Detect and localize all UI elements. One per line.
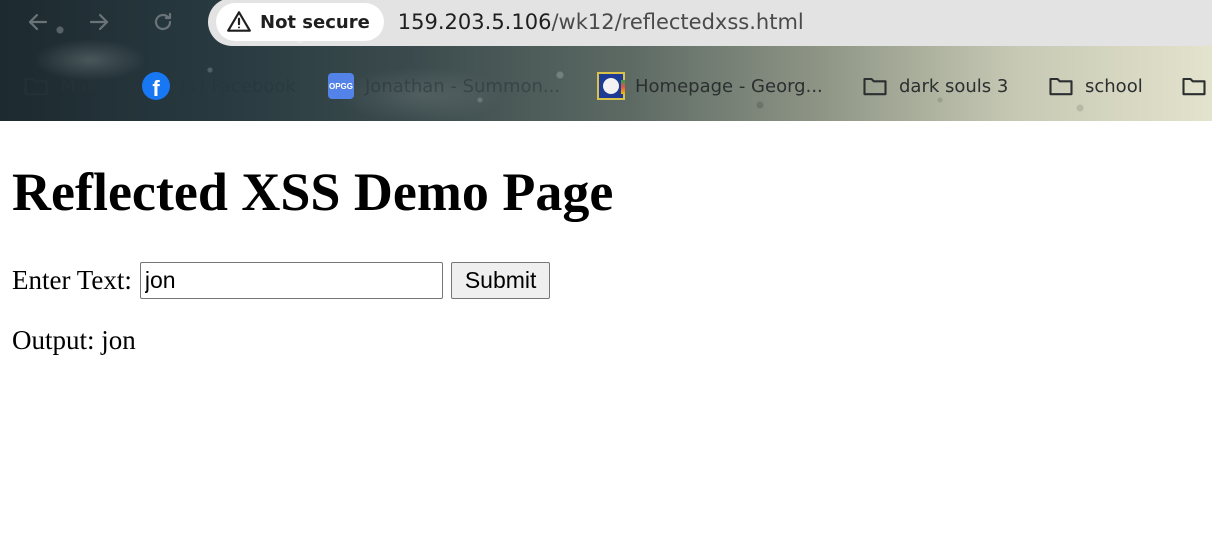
output-label: Output: (12, 325, 95, 355)
bookmark-dark-souls-3[interactable]: dark souls 3 (861, 64, 1008, 108)
text-form: Enter Text: Submit (12, 261, 551, 299)
back-arrow-icon (28, 13, 48, 31)
warning-triangle-icon (227, 11, 251, 32)
bookmark-label: Jonathan - Summon... (365, 75, 561, 97)
bookmark-label: Homepage - Georg... (635, 75, 823, 97)
forward-arrow-icon (89, 13, 109, 31)
url-host: 159.203.5.106 (397, 10, 552, 34)
bookmark-mails[interactable]: Mails (22, 64, 106, 108)
back-button[interactable] (20, 4, 56, 40)
address-bar[interactable]: Not secure 159.203.5.106/wk12/reflectedx… (208, 0, 1212, 46)
bookmark-label: Mails (60, 75, 106, 97)
bookmark-george-brown[interactable]: Homepage - Georg... (597, 64, 823, 108)
folder-icon (22, 72, 50, 100)
security-label: Not secure (260, 11, 370, 33)
folder-icon (1047, 72, 1075, 100)
bookmark-facebook[interactable]: f (1) Facebook (142, 64, 296, 108)
folder-icon (861, 72, 889, 100)
text-input[interactable] (139, 261, 443, 299)
forward-button[interactable] (81, 4, 117, 40)
page-content: Reflected XSS Demo Page Enter Text: Subm… (0, 121, 1212, 546)
bookmark-label: dark souls 3 (899, 75, 1009, 97)
bookmarks-bar: Mails f (1) Facebook OPGG Jonathan - Sum… (0, 64, 1212, 108)
opgg-icon: OPGG (327, 72, 355, 100)
bookmark-label: school (1085, 75, 1143, 97)
bookmark-label: (1) Facebook (180, 75, 296, 97)
submit-button[interactable]: Submit (450, 261, 551, 299)
reload-icon (154, 12, 172, 31)
page-title: Reflected XSS Demo Page (12, 162, 614, 222)
enter-text-label: Enter Text: (12, 264, 132, 295)
output-line: Output: jon (12, 325, 136, 356)
facebook-icon: f (142, 72, 170, 100)
george-brown-icon (597, 72, 625, 100)
url-text[interactable]: 159.203.5.106/wk12/reflectedxss.html (398, 10, 804, 34)
url-path: /wk12/reflectedxss.html (551, 10, 804, 34)
output-value: jon (101, 325, 136, 355)
security-indicator[interactable]: Not secure (216, 3, 384, 41)
bookmark-school[interactable]: school (1047, 64, 1143, 108)
folder-icon (1180, 72, 1208, 100)
bookmark-overflow-folder[interactable] (1180, 64, 1208, 108)
bookmark-opgg[interactable]: OPGG Jonathan - Summon... (327, 64, 560, 108)
browser-chrome: Not secure 159.203.5.106/wk12/reflectedx… (0, 0, 1212, 121)
reload-button[interactable] (145, 4, 181, 40)
